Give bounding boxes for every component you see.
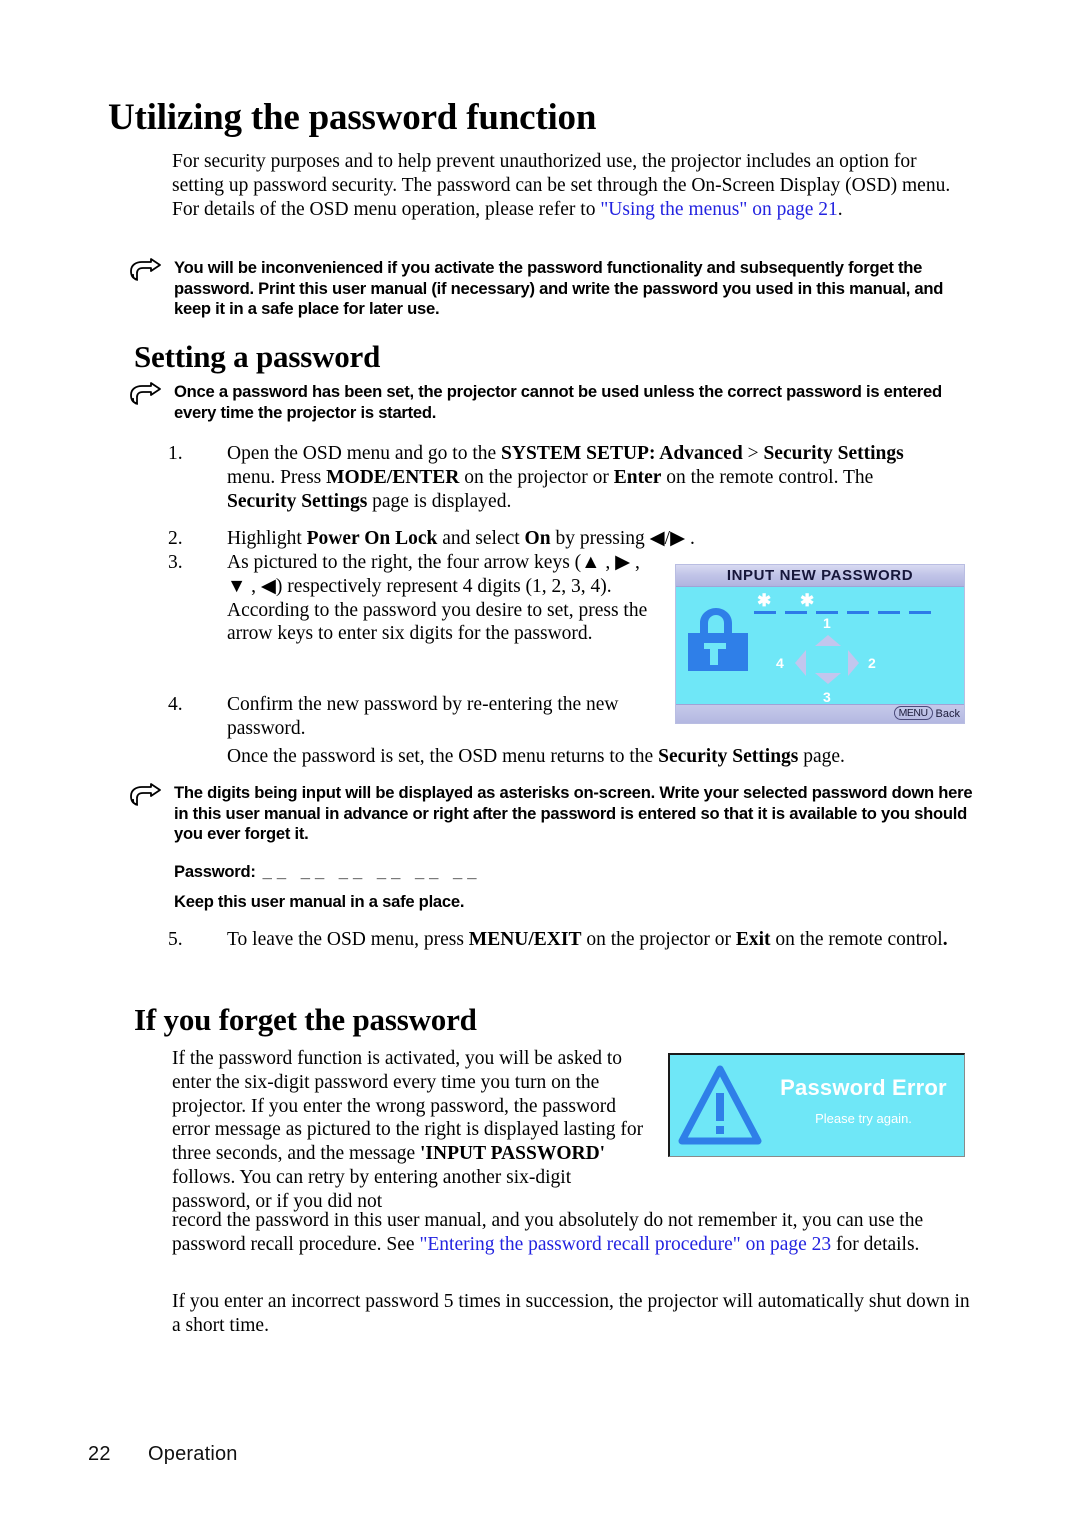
note-text: The digits being input will be displayed… xyxy=(174,783,973,844)
step-number: 3. xyxy=(168,552,183,573)
pointing-hand-icon xyxy=(130,382,161,405)
forget-paragraph-2: record the password in this user manual,… xyxy=(172,1209,972,1257)
step-number: 5. xyxy=(168,929,183,950)
arrow-label-down: 3 xyxy=(823,689,831,705)
page-title: Utilizing the password function xyxy=(108,97,597,138)
password-write-in-line: Password: __ __ __ __ __ __ xyxy=(174,862,481,882)
osd-footer: MENU Back xyxy=(676,704,964,723)
post-step4-tail: page. xyxy=(798,746,845,767)
arrow-label-up: 1 xyxy=(823,615,831,631)
password-slot-row xyxy=(754,611,931,614)
step-3-text: As pictured to the right, the four arrow… xyxy=(227,552,648,645)
footer-section-name: Operation xyxy=(148,1443,238,1465)
heading-setting-a-password: Setting a password xyxy=(134,339,381,374)
password-slot xyxy=(816,611,838,614)
note-text: You will be inconvenienced if you activa… xyxy=(174,258,944,319)
osd-title: INPUT NEW PASSWORD xyxy=(676,565,964,587)
password-slot xyxy=(754,611,776,614)
password-slot xyxy=(878,611,900,614)
password-label: Password: xyxy=(174,862,256,881)
heading-if-you-forget-the-password: If you forget the password xyxy=(134,1002,477,1037)
forget-paragraph-1: If the password function is activated, y… xyxy=(172,1048,644,1212)
using-the-menus-link[interactable]: "Using the menus" on page 21 xyxy=(600,199,837,220)
padlock-icon xyxy=(688,608,748,671)
step-number: 1. xyxy=(168,443,183,464)
entered-asterisks: ✱ ✱ xyxy=(757,591,827,610)
pointing-hand-icon xyxy=(130,783,161,806)
password-slot xyxy=(785,611,807,614)
password-slot xyxy=(847,611,869,614)
arrow-label-right: 2 xyxy=(868,655,876,671)
arrow-left-icon xyxy=(795,650,806,676)
warning-triangle-icon xyxy=(678,1065,762,1145)
arrow-down-icon xyxy=(815,673,841,684)
step-number: 2. xyxy=(168,528,183,549)
step-4-text: Confirm the new password by re-entering … xyxy=(227,694,619,739)
page-number: 22 xyxy=(88,1443,111,1465)
arrow-label-left: 4 xyxy=(776,655,784,671)
post-step4-text: Once the password is set, the OSD menu r… xyxy=(227,746,659,767)
password-blanks[interactable]: __ __ __ __ __ __ xyxy=(263,862,482,882)
error-subtitle: Please try again. xyxy=(815,1111,912,1126)
intro-text-after-link: . xyxy=(837,198,843,220)
arrow-right-icon xyxy=(848,650,859,676)
keep-safe-note: Keep this user manual in a safe place. xyxy=(174,892,465,911)
step-number: 4. xyxy=(168,694,183,715)
osd-body: ✱ ✱ 1 2 3 4 xyxy=(676,587,964,705)
password-recall-procedure-link[interactable]: "Entering the password recall procedure"… xyxy=(419,1234,831,1255)
arrow-up-icon xyxy=(815,635,841,646)
osd-input-new-password-dialog: INPUT NEW PASSWORD ✱ ✱ 1 2 3 4 MENU Back xyxy=(675,564,965,724)
security-settings-bold: Security Settings xyxy=(658,746,799,767)
arrow-key-diagram: 1 2 3 4 xyxy=(772,615,882,709)
error-title: Password Error xyxy=(780,1075,947,1100)
manual-page: Utilizing the password function For secu… xyxy=(0,0,1080,1529)
forget-text-after-link: for details. xyxy=(831,1233,920,1255)
note-block-password-required: Once a password has been set, the projec… xyxy=(128,382,973,423)
forget-paragraph-3: If you enter an incorrect password 5 tim… xyxy=(172,1291,970,1336)
step-2-text: Highlight Power On Lock and select On by… xyxy=(227,528,695,549)
step-5-text: To leave the OSD menu, press MENU/EXIT o… xyxy=(227,929,948,950)
step-1-text: Open the OSD menu and go to the SYSTEM S… xyxy=(227,443,904,512)
pointing-hand-icon xyxy=(130,258,161,281)
intro-paragraph: For security purposes and to help preven… xyxy=(172,150,972,221)
note-block-forget-warning: You will be inconvenienced if you activa… xyxy=(128,258,973,320)
post-step4-paragraph: Once the password is set, the OSD menu r… xyxy=(227,745,972,769)
password-slot xyxy=(909,611,931,614)
note-text: Once a password has been set, the projec… xyxy=(174,382,942,422)
osd-password-error-dialog: Password Error Please try again. xyxy=(668,1053,965,1157)
menu-key-badge: MENU xyxy=(893,706,933,720)
menu-key-action: Back xyxy=(935,708,960,720)
note-block-write-password: The digits being input will be displayed… xyxy=(128,783,976,845)
page-footer: 22 Operation xyxy=(88,1443,238,1466)
